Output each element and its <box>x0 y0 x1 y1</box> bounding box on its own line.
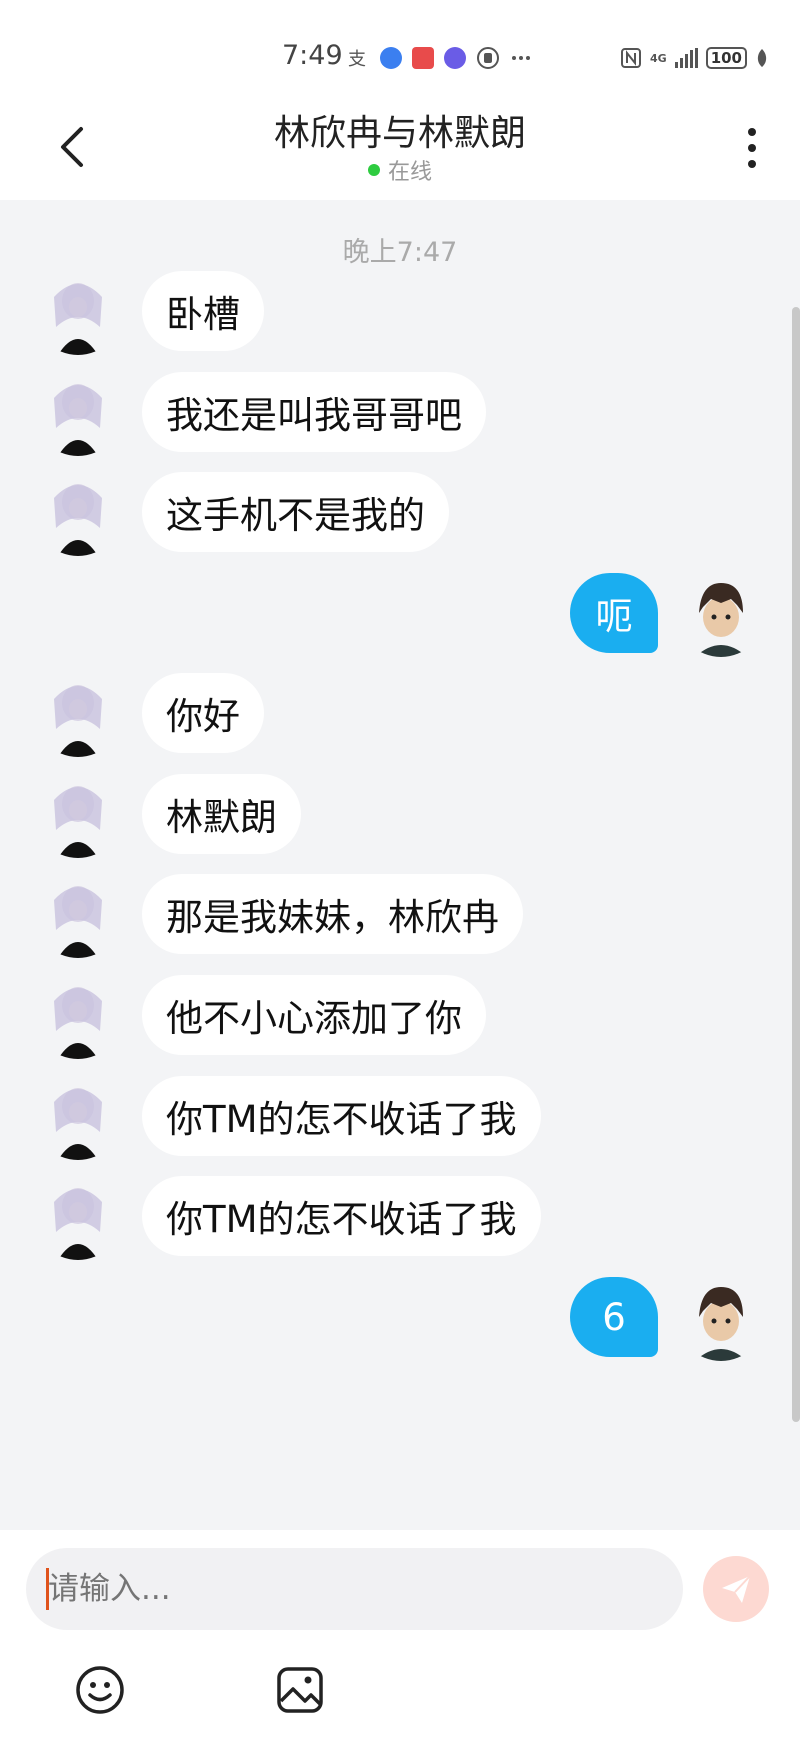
status-bar: 7:49 支 4G 100 <box>0 0 800 100</box>
user-avatar[interactable] <box>677 569 765 657</box>
notification-icons: 支 <box>346 44 532 72</box>
contact-avatar[interactable] <box>34 468 122 556</box>
contact-avatar[interactable] <box>34 1072 122 1160</box>
message-list[interactable]: 晚上7:47 卧槽 我还是叫我哥哥吧 这手机不是我的 呃 你好 林默朗 那是我妹… <box>0 200 800 1530</box>
message-row: 卧槽 <box>0 267 800 357</box>
browser-icon <box>380 47 402 69</box>
alipay-icon: 支 <box>348 49 366 70</box>
message-row: 那是我妹妹，林欣冉 <box>0 870 800 960</box>
svg-text:支: 支 <box>348 49 366 70</box>
signal-icon <box>674 48 698 68</box>
online-dot-icon <box>367 164 380 176</box>
online-status-label: 在线 <box>387 160 432 185</box>
message-row: 他不小心添加了你 <box>0 971 800 1061</box>
message-row: 你好 <box>0 669 800 759</box>
contact-avatar[interactable] <box>34 770 122 858</box>
message-input[interactable] <box>26 1548 683 1630</box>
status-time: 7:49 <box>282 40 343 71</box>
hand-icon <box>477 47 499 69</box>
received-message-bubble[interactable]: 你好 <box>142 673 264 753</box>
send-button[interactable] <box>703 1556 769 1622</box>
received-message-bubble[interactable]: 你TM的怎不收话了我 <box>142 1176 541 1256</box>
message-timestamp: 晚上7:47 <box>342 237 458 268</box>
battery-icon: 100 <box>705 47 747 69</box>
sent-message-bubble[interactable]: 呃 <box>570 573 658 653</box>
contact-avatar[interactable] <box>34 870 122 958</box>
chat-title: 林欣冉与林默朗 <box>273 113 526 154</box>
app-icon <box>412 47 434 69</box>
contact-avatar[interactable] <box>34 971 122 1059</box>
message-row: 你TM的怎不收话了我 <box>0 1072 800 1162</box>
message-row: 你TM的怎不收话了我 <box>0 1172 800 1262</box>
user-avatar[interactable] <box>677 1273 765 1361</box>
network-type: 4G <box>650 51 667 65</box>
received-message-bubble[interactable]: 这手机不是我的 <box>142 472 449 552</box>
music-icon <box>444 47 466 69</box>
emoji-button[interactable] <box>72 1662 128 1718</box>
sent-message-bubble[interactable]: 6 <box>570 1277 658 1357</box>
received-message-bubble[interactable]: 那是我妹妹，林欣冉 <box>142 874 523 954</box>
leaf-icon <box>757 49 767 67</box>
received-message-bubble[interactable]: 林默朗 <box>142 774 301 854</box>
composer <box>0 1530 800 1760</box>
image-icon <box>277 1667 323 1713</box>
message-row: 呃 <box>0 569 800 659</box>
send-icon <box>722 1575 751 1603</box>
message-row: 6 <box>0 1273 800 1363</box>
received-message-bubble[interactable]: 卧槽 <box>142 271 264 351</box>
contact-avatar[interactable] <box>34 669 122 757</box>
received-message-bubble[interactable]: 他不小心添加了你 <box>142 975 486 1055</box>
contact-avatar[interactable] <box>34 267 122 355</box>
emoji-icon <box>76 1666 124 1714</box>
message-row: 这手机不是我的 <box>0 468 800 558</box>
online-status: 在线 <box>0 154 800 186</box>
more-notifications-icon <box>512 56 530 60</box>
text-caret <box>46 1568 49 1610</box>
message-row: 我还是叫我哥哥吧 <box>0 368 800 458</box>
image-button[interactable] <box>272 1662 328 1718</box>
contact-avatar[interactable] <box>34 1172 122 1260</box>
message-row: 林默朗 <box>0 770 800 860</box>
contact-avatar[interactable] <box>34 368 122 456</box>
nfc-icon <box>621 48 641 68</box>
received-message-bubble[interactable]: 我还是叫我哥哥吧 <box>142 372 486 452</box>
received-message-bubble[interactable]: 你TM的怎不收话了我 <box>142 1076 541 1156</box>
system-icons: 4G 100 <box>620 44 769 72</box>
more-button[interactable] <box>736 124 768 172</box>
more-icon <box>748 128 756 136</box>
chat-header: 林欣冉与林默朗 在线 <box>0 100 800 200</box>
